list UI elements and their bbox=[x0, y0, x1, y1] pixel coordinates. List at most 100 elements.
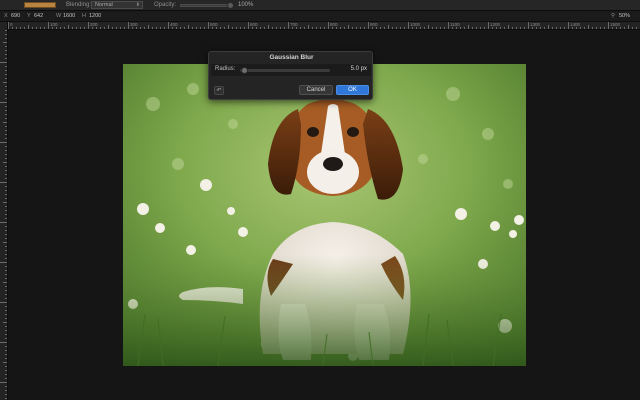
ruler-tick bbox=[580, 27, 581, 29]
ruler-tick bbox=[360, 27, 361, 29]
ruler-tick bbox=[396, 27, 397, 29]
ruler-tick bbox=[260, 27, 261, 29]
ruler-number: 1100 bbox=[450, 22, 460, 27]
ruler-tick bbox=[148, 25, 149, 29]
ruler-tick bbox=[5, 126, 7, 127]
ruler-tick bbox=[464, 27, 465, 29]
ruler-tick bbox=[3, 82, 7, 83]
ruler-tick bbox=[5, 294, 7, 295]
ruler-number: 200 bbox=[90, 22, 98, 27]
ruler-tick bbox=[5, 86, 7, 87]
ruler-tick bbox=[20, 27, 21, 29]
ruler-tick bbox=[5, 90, 7, 91]
ruler-tick bbox=[36, 27, 37, 29]
reset-button[interactable]: ↶ bbox=[214, 86, 224, 95]
ruler-tick bbox=[352, 27, 353, 29]
ruler-tick bbox=[296, 27, 297, 29]
ruler-tick bbox=[5, 314, 7, 315]
ruler-tick bbox=[220, 27, 221, 29]
ruler-tick bbox=[5, 206, 7, 207]
undo-icon: ↶ bbox=[216, 88, 222, 94]
ruler-tick bbox=[268, 25, 269, 29]
ruler-tick bbox=[5, 146, 7, 147]
zoom-icon[interactable]: ⚲ bbox=[611, 11, 615, 22]
cancel-button[interactable]: Cancel bbox=[299, 85, 333, 95]
ruler-tick bbox=[436, 27, 437, 29]
ruler-tick bbox=[176, 27, 177, 29]
ruler-tick bbox=[64, 27, 65, 29]
opacity-slider-knob[interactable] bbox=[227, 2, 234, 9]
ruler-number: 0 bbox=[10, 22, 13, 27]
ruler-tick bbox=[5, 110, 7, 111]
ruler-tick bbox=[168, 22, 169, 29]
y-value: 642 bbox=[34, 13, 44, 19]
ruler-tick bbox=[3, 202, 7, 203]
ruler-tick bbox=[256, 27, 257, 29]
ruler-tick bbox=[300, 27, 301, 29]
ruler-tick bbox=[224, 27, 225, 29]
color-swatch[interactable] bbox=[24, 2, 56, 8]
ruler-tick bbox=[5, 190, 7, 191]
ruler-tick bbox=[5, 318, 7, 319]
ruler-tick bbox=[600, 27, 601, 29]
ruler-tick bbox=[368, 22, 369, 29]
ruler-tick bbox=[5, 70, 7, 71]
ruler-tick bbox=[316, 27, 317, 29]
radius-value-field[interactable]: 5.0 px bbox=[333, 65, 367, 74]
ruler-tick bbox=[5, 66, 7, 67]
ruler-tick bbox=[308, 25, 309, 29]
ruler-horizontal[interactable]: 0 100 200 300 400 500 600 700 800 900 1000 1100 1200… bbox=[8, 22, 640, 30]
ruler-number: 1500 bbox=[610, 22, 621, 27]
ruler-number: 900 bbox=[370, 22, 378, 27]
ruler-tick bbox=[324, 27, 325, 29]
ruler-tick bbox=[5, 186, 7, 187]
ruler-number: 800 bbox=[330, 22, 338, 27]
ruler-tick bbox=[56, 27, 57, 29]
ruler-tick bbox=[420, 27, 421, 29]
ruler-tick bbox=[476, 27, 477, 29]
ruler-tick bbox=[3, 322, 7, 323]
ruler-tick bbox=[0, 302, 7, 303]
ruler-tick bbox=[292, 27, 293, 29]
radius-slider-knob[interactable] bbox=[241, 67, 248, 74]
ruler-tick bbox=[284, 27, 285, 29]
ruler-tick bbox=[248, 22, 249, 29]
ruler-tick bbox=[184, 27, 185, 29]
ruler-tick bbox=[516, 27, 517, 29]
blending-select[interactable]: Normal ⬍ bbox=[91, 1, 143, 9]
ruler-tick bbox=[32, 27, 33, 29]
ruler-tick bbox=[468, 25, 469, 29]
ruler-tick bbox=[204, 27, 205, 29]
ruler-tick bbox=[628, 25, 629, 29]
ruler-number: 1000 bbox=[410, 22, 421, 27]
ruler-tick bbox=[5, 310, 7, 311]
ruler-tick bbox=[5, 98, 7, 99]
ruler-vertical[interactable] bbox=[0, 22, 8, 400]
x-value: 690 bbox=[11, 13, 21, 19]
dialog-title: Gaussian Blur bbox=[269, 54, 314, 61]
ruler-tick bbox=[456, 27, 457, 29]
canvas-image[interactable] bbox=[123, 64, 526, 366]
ruler-tick bbox=[200, 27, 201, 29]
ruler-tick bbox=[5, 298, 7, 299]
ruler-tick bbox=[5, 74, 7, 75]
ok-button[interactable]: OK bbox=[336, 85, 369, 95]
ruler-tick bbox=[288, 22, 289, 29]
ruler-tick bbox=[0, 262, 7, 263]
ruler-tick bbox=[28, 25, 29, 29]
ruler-tick bbox=[356, 27, 357, 29]
ruler-tick bbox=[492, 27, 493, 29]
ruler-tick bbox=[88, 22, 89, 29]
ruler-tick bbox=[196, 27, 197, 29]
ruler-tick bbox=[164, 27, 165, 29]
ruler-tick bbox=[5, 218, 7, 219]
zoom-level[interactable]: 50% bbox=[619, 11, 630, 22]
ruler-tick bbox=[5, 170, 7, 171]
ruler-tick bbox=[460, 27, 461, 29]
ruler-tick bbox=[3, 42, 7, 43]
ruler-tick bbox=[192, 27, 193, 29]
opacity-slider[interactable] bbox=[180, 2, 234, 9]
radius-slider[interactable] bbox=[240, 69, 330, 72]
ruler-tick bbox=[5, 378, 7, 379]
ruler-tick bbox=[5, 238, 7, 239]
